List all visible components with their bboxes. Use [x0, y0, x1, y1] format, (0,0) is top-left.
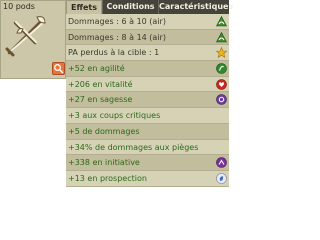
effect-row: PA perdus à la cible : 1 — [66, 45, 229, 62]
effect-row: +5 de dommages — [66, 123, 229, 140]
effect-row: +27 en sagesse — [66, 92, 229, 109]
effect-text: +13 en prospection — [68, 173, 147, 183]
effect-text: +206 en vitalité — [68, 79, 133, 89]
effect-text: PA perdus à la cible : 1 — [68, 48, 160, 58]
magnifier-icon — [54, 64, 64, 74]
tab-effets[interactable]: Effets — [66, 0, 102, 14]
air-damage-icon — [216, 31, 227, 42]
effect-text: Dommages : 8 à 14 (air) — [68, 32, 166, 42]
effect-row: +206 en vitalité — [66, 76, 229, 93]
initiative-icon — [216, 157, 227, 168]
star-ap-icon — [216, 47, 227, 59]
wisdom-icon — [216, 94, 227, 106]
vitality-heart-icon — [216, 78, 227, 90]
agility-icon — [216, 63, 227, 74]
effect-row: +13 en prospection — [66, 170, 229, 187]
effect-text: Dommages : 6 à 10 (air) — [68, 17, 166, 26]
zoom-button[interactable] — [52, 62, 65, 75]
item-preview-panel: 10 pods — [0, 0, 66, 79]
tab-bar: Effets Conditions Caractéristiques — [66, 0, 233, 14]
item-weight: 10 pods — [3, 2, 35, 11]
effect-text: +52 en agilité — [68, 64, 125, 74]
effect-row: +34% de dommages aux pièges — [66, 139, 229, 156]
effect-row: Dommages : 8 à 14 (air) — [66, 29, 229, 46]
effects-list: Dommages : 6 à 10 (air) Dommages : 8 à 1… — [66, 14, 229, 187]
effect-text: +3 aux coups critiques — [68, 111, 161, 121]
effect-text: +34% de dommages aux pièges — [68, 142, 199, 152]
effect-text: +338 en initiative — [68, 158, 140, 168]
crossed-bones-weapon-icon — [5, 16, 46, 57]
effect-row: +52 en agilité — [66, 61, 229, 77]
effect-text: +27 en sagesse — [68, 95, 133, 105]
effect-text: +5 de dommages — [68, 126, 140, 136]
effect-row: Dommages : 6 à 10 (air) — [66, 14, 229, 30]
tab-conditions[interactable]: Conditions — [102, 0, 158, 14]
tab-caracteristiques[interactable]: Caractéristiques — [158, 0, 233, 14]
air-damage-icon — [216, 16, 227, 27]
prospection-icon — [216, 173, 227, 184]
effect-row: +338 en initiative — [66, 155, 229, 171]
effect-row: +3 aux coups critiques — [66, 108, 229, 124]
